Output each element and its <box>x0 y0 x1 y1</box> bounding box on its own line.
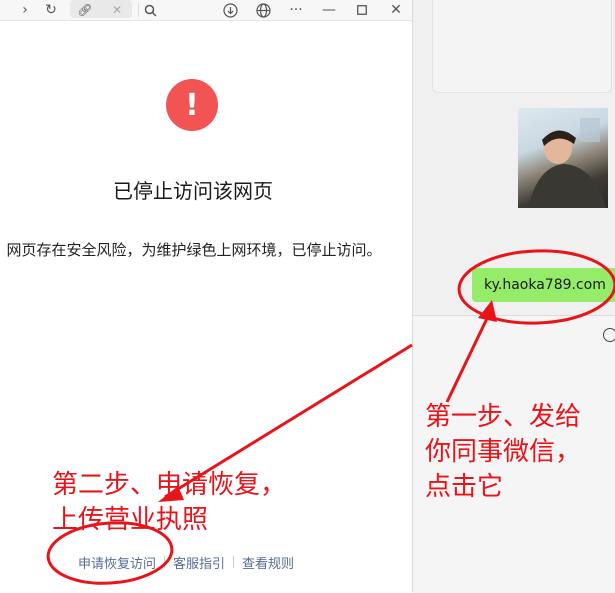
annotation-step1-line: 点击它 <box>425 472 504 502</box>
annotation-step2: 第二步、申请恢复， 上传营业执照 <box>52 468 286 538</box>
annotation-step1: 第一步、发给 你同事微信， 点击它 <box>425 400 581 505</box>
annotation-arrowhead-step1 <box>478 300 497 322</box>
annotation-step1-line: 第一步、发给 <box>425 402 582 432</box>
annotation-step2-line: 上传营业执照 <box>52 505 209 535</box>
annotation-arrow-step1 <box>445 307 494 403</box>
annotation-step2-line: 第二步、申请恢复， <box>52 470 287 500</box>
annotation-step1-line: 你同事微信， <box>425 437 582 467</box>
